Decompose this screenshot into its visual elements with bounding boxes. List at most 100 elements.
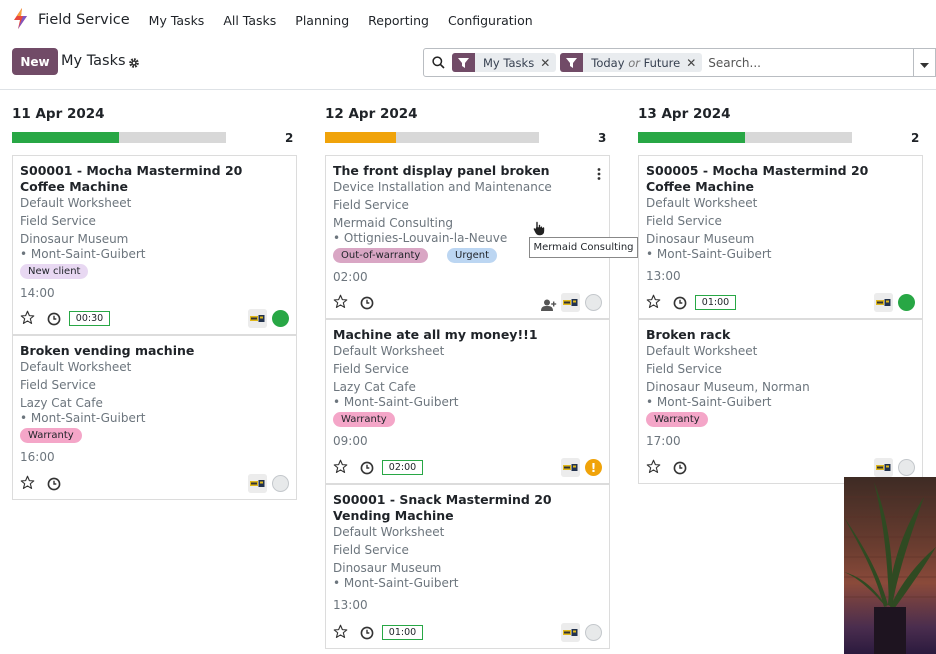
customer-name: Lazy Cat Cafe [20, 396, 103, 410]
customer-name: Mermaid Consulting [333, 216, 454, 230]
progress-fill [12, 132, 119, 143]
clock-icon[interactable] [47, 311, 61, 330]
status-indicator[interactable] [898, 294, 915, 311]
clock-icon[interactable] [360, 625, 374, 644]
webcam-overlay [844, 477, 936, 654]
assignee-avatar[interactable] [248, 309, 267, 328]
worksheet-name: Default Worksheet [646, 344, 758, 358]
star-icon[interactable] [20, 475, 35, 494]
project-name: Field Service [333, 198, 409, 212]
new-button[interactable]: New [12, 48, 58, 75]
task-card[interactable]: Broken vending machine Default Worksheet F… [12, 335, 297, 500]
clock-icon[interactable] [673, 460, 687, 479]
project-name: Field Service [333, 362, 409, 376]
assign-user-icon[interactable] [541, 296, 557, 315]
column-progress-bar[interactable] [325, 132, 539, 143]
task-card[interactable]: S00005 - Mocha Mastermind 20 Coffee Mach… [638, 155, 923, 319]
status-indicator[interactable] [272, 475, 289, 492]
status-indicator[interactable] [585, 294, 602, 311]
tag-badge: Warranty [333, 412, 395, 427]
menu-reporting[interactable]: Reporting [368, 13, 429, 28]
clock-icon[interactable] [360, 460, 374, 479]
planned-time: 16:00 [20, 450, 55, 464]
search-input[interactable]: Search... [708, 56, 761, 70]
app-title: Field Service [38, 12, 130, 28]
plant-image-icon [844, 482, 936, 654]
customer-name: Dinosaur Museum [333, 561, 442, 575]
remove-facet-icon[interactable]: ✕ [686, 56, 702, 70]
task-title[interactable]: S00001 - Mocha Mastermind 20 Coffee Mach… [20, 163, 283, 195]
column-progress-bar[interactable] [638, 132, 852, 143]
customer-city: • Mont-Saint-Guibert [20, 247, 146, 261]
assignee-avatar[interactable] [874, 293, 893, 312]
status-indicator[interactable]: ! [585, 459, 602, 476]
task-title[interactable]: Broken rack [646, 327, 909, 343]
column-date-heading: 13 Apr 2024 [638, 106, 731, 122]
facet-label: Today or Future [591, 55, 681, 70]
planned-time: 13:00 [646, 269, 681, 283]
column-date-heading: 12 Apr 2024 [325, 106, 418, 122]
tooltip: Mermaid Consulting [529, 237, 638, 258]
menu-my-tasks[interactable]: My Tasks [149, 13, 205, 28]
search-bar[interactable]: My Tasks ✕ Today or Future ✕ Search... [423, 48, 914, 77]
progress-fill [638, 132, 745, 143]
task-card[interactable]: Machine ate all my money!!1 Default Works… [325, 319, 610, 484]
control-panel: New My Tasks My Tasks ✕ Today or Future … [0, 40, 936, 90]
status-indicator[interactable] [585, 624, 602, 641]
star-icon[interactable] [333, 294, 348, 313]
facet-label: My Tasks [483, 55, 535, 70]
filter-icon [452, 53, 475, 72]
menu-planning[interactable]: Planning [295, 13, 349, 28]
planned-time: 17:00 [646, 434, 681, 448]
facet-today-or-future: Today or Future ✕ [560, 53, 703, 72]
search-options-toggle[interactable] [913, 48, 936, 77]
facet-my-tasks: My Tasks ✕ [452, 53, 557, 72]
planned-time: 02:00 [333, 270, 368, 284]
assignee-avatar[interactable] [561, 623, 580, 642]
assignee-avatar[interactable] [874, 458, 893, 477]
star-icon[interactable] [333, 624, 348, 643]
assignee-avatar[interactable] [561, 458, 580, 477]
search-icon[interactable] [432, 56, 445, 69]
task-title[interactable]: Broken vending machine [20, 343, 283, 359]
menu-configuration[interactable]: Configuration [448, 13, 533, 28]
filter-icon [560, 53, 584, 72]
status-indicator[interactable] [272, 310, 289, 327]
task-title[interactable]: The front display panel broken [333, 163, 596, 179]
hand-cursor-icon [533, 221, 545, 240]
task-title[interactable]: S00001 - Snack Mastermind 20 Vending Mac… [333, 492, 596, 524]
customer-name: Lazy Cat Cafe [333, 380, 416, 394]
field-service-logo-icon [12, 7, 29, 33]
kebab-menu-icon[interactable] [597, 165, 601, 184]
gear-icon[interactable] [128, 54, 140, 73]
star-icon[interactable] [333, 459, 348, 478]
remove-facet-icon[interactable]: ✕ [540, 56, 556, 70]
clock-icon[interactable] [47, 476, 61, 495]
project-name: Field Service [646, 362, 722, 376]
assignee-avatar[interactable] [561, 293, 580, 312]
task-card[interactable]: Broken rack Default Worksheet Field Servic… [638, 319, 923, 484]
menu-all-tasks[interactable]: All Tasks [223, 13, 276, 28]
task-title[interactable]: Machine ate all my money!!1 [333, 327, 596, 343]
task-card[interactable]: S00001 - Snack Mastermind 20 Vending Mac… [325, 484, 610, 649]
task-title[interactable]: S00005 - Mocha Mastermind 20 Coffee Mach… [646, 163, 909, 195]
app-brand[interactable]: Field Service [12, 7, 130, 33]
tag-badge: Warranty [20, 428, 82, 443]
star-icon[interactable] [20, 310, 35, 329]
clock-icon[interactable] [673, 295, 687, 314]
customer-city: • Mont-Saint-Guibert [333, 395, 459, 409]
worksheet-name: Device Installation and Maintenance [333, 180, 552, 194]
project-name: Field Service [646, 214, 722, 228]
column-progress-bar[interactable] [12, 132, 226, 143]
star-icon[interactable] [646, 294, 661, 313]
star-icon[interactable] [646, 459, 661, 478]
task-card[interactable]: S00001 - Mocha Mastermind 20 Coffee Mach… [12, 155, 297, 335]
customer-city: • Ottignies-Louvain-la-Neuve [333, 231, 508, 245]
assignee-avatar[interactable] [248, 474, 267, 493]
customer-city: • Mont-Saint-Guibert [20, 411, 146, 425]
timer-badge: 00:30 [69, 311, 110, 326]
status-indicator[interactable] [898, 459, 915, 476]
customer-city: • Mont-Saint-Guibert [646, 247, 772, 261]
clock-icon[interactable] [360, 295, 374, 314]
tag-badge: New client [20, 264, 89, 279]
